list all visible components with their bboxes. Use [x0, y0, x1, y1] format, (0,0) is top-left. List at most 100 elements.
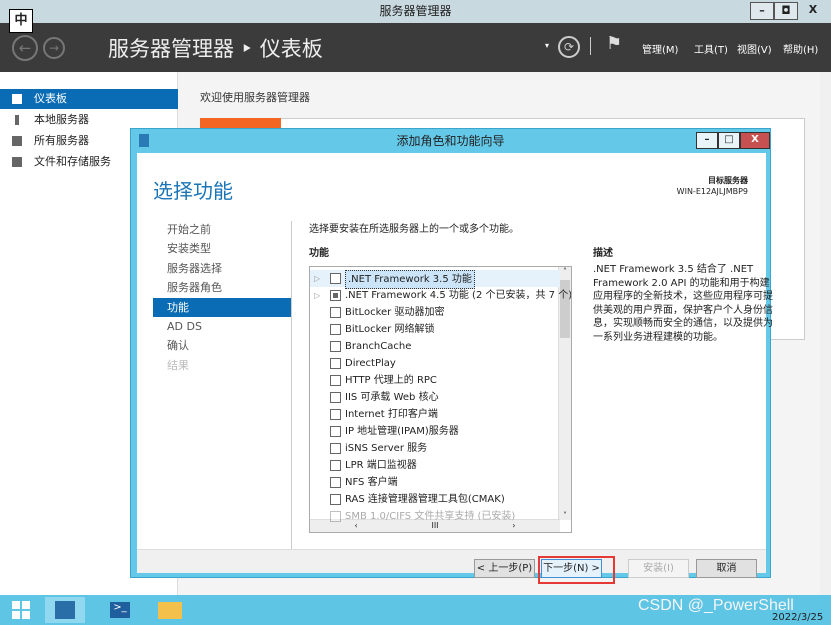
feature-item[interactable]: DirectPlay [310, 355, 560, 372]
feature-checkbox[interactable] [330, 511, 341, 522]
refresh-icon[interactable]: ⟳ [558, 36, 580, 58]
feature-item[interactable]: HTTP 代理上的 RPC [310, 372, 560, 389]
nav-installation-type[interactable]: 安装类型 [153, 239, 291, 258]
feature-checkbox[interactable] [330, 409, 341, 420]
feature-label: BranchCache [345, 341, 412, 352]
feature-checkbox[interactable] [330, 290, 341, 301]
target-server: 目标服务器 WIN-E12AJLJMBP9 [677, 175, 748, 197]
close-button[interactable]: X [798, 2, 828, 20]
storage-icon [12, 157, 22, 167]
target-server-name: WIN-E12AJLJMBP9 [676, 187, 748, 196]
feature-label: Internet 打印客户端 [345, 409, 438, 420]
feature-item[interactable]: NFS 客户端 [310, 474, 560, 491]
server-manager-taskbar-icon[interactable] [45, 597, 85, 623]
notifications-flag-icon[interactable]: ⚑ [606, 33, 622, 54]
sidebar-item-label: 文件和存储服务 [34, 155, 111, 168]
install-button: 安装(I) [628, 559, 689, 578]
dialog-minimize-button[interactable]: – [696, 132, 718, 149]
feature-description: .NET Framework 3.5 结合了 .NET Framework 2.… [593, 264, 773, 343]
maximize-button[interactable]: ◘ [774, 2, 798, 20]
expand-icon[interactable]: ▷ [314, 270, 320, 287]
sidebar-item-label: 所有服务器 [34, 134, 89, 147]
dialog-maximize-button[interactable]: □ [718, 132, 740, 149]
feature-item[interactable]: IP 地址管理(IPAM)服务器 [310, 423, 560, 440]
feature-label: BitLocker 网络解锁 [345, 324, 435, 335]
feature-checkbox[interactable] [330, 443, 341, 454]
feature-checkbox[interactable] [330, 494, 341, 505]
menu-tools[interactable]: 工具(T) [694, 41, 728, 56]
feature-label: BitLocker 驱动器加密 [345, 307, 445, 318]
dashboard-icon [12, 94, 22, 104]
file-explorer-taskbar-icon[interactable] [150, 597, 190, 623]
features-list[interactable]: ˄ ˅ ‹ III › ▷ .NET Framework 3.5 功能 ▷ .NET F… [309, 266, 572, 533]
feature-item[interactable]: ▷ .NET Framework 4.5 功能 (2 个已安装，共 7 个) [310, 287, 571, 304]
divider [590, 37, 591, 55]
menu-view[interactable]: 视图(V) [737, 41, 772, 56]
clock-date[interactable]: 2022/3/25 [772, 612, 823, 623]
title-bar: 服务器管理器 – ◘ X [0, 0, 831, 23]
minimize-button[interactable]: – [750, 2, 774, 20]
ime-indicator[interactable]: 中 [9, 9, 33, 33]
feature-item[interactable]: Internet 打印客户端 [310, 406, 560, 423]
expand-icon[interactable]: ▷ [314, 287, 320, 304]
powershell-taskbar-icon[interactable]: >_ [100, 597, 140, 623]
sidebar-item-local-server[interactable]: 本地服务器 [0, 110, 178, 130]
breadcrumb: 服务器管理器 ‣ 仪表板 [108, 37, 323, 61]
nav-features[interactable]: 功能 [153, 298, 291, 317]
feature-item[interactable]: BranchCache [310, 338, 560, 355]
cancel-button[interactable]: 取消 [696, 559, 757, 578]
feature-checkbox[interactable] [330, 307, 341, 318]
feature-item[interactable]: iSNS Server 服务 [310, 440, 560, 457]
menu-help[interactable]: 帮助(H) [783, 41, 818, 56]
sidebar-item-dashboard[interactable]: 仪表板 [0, 89, 178, 109]
feature-label: NFS 客户端 [345, 477, 398, 488]
nav-server-roles[interactable]: 服务器角色 [153, 278, 291, 297]
feature-checkbox[interactable] [330, 273, 341, 284]
page-title: 选择功能 [153, 179, 233, 203]
feature-item[interactable]: SMB 1.0/CIFS 文件共享支持 (已安装) [310, 508, 560, 525]
divider [291, 221, 292, 551]
feature-checkbox[interactable] [330, 477, 341, 488]
feature-item[interactable]: IIS 可承载 Web 核心 [310, 389, 560, 406]
menu-manage[interactable]: 管理(M) [642, 41, 678, 56]
dropdown-icon[interactable]: ▾ [545, 41, 549, 50]
highlight-box [538, 556, 615, 584]
dialog-close-button[interactable]: X [740, 132, 770, 149]
instruction-text: 选择要安装在所选服务器上的一个或多个功能。 [309, 224, 519, 235]
feature-item[interactable]: LPR 端口监视器 [310, 457, 560, 474]
feature-checkbox[interactable] [330, 375, 341, 386]
feature-checkbox[interactable] [330, 324, 341, 335]
feature-checkbox[interactable] [330, 426, 341, 437]
start-button[interactable] [0, 597, 40, 623]
main-scrollbar[interactable] [820, 72, 831, 595]
feature-label: RAS 连接管理器管理工具包(CMAK) [345, 494, 505, 505]
nav-results: 结果 [167, 359, 189, 372]
feature-checkbox[interactable] [330, 341, 341, 352]
nav-before-you-begin[interactable]: 开始之前 [153, 220, 291, 239]
feature-item[interactable]: ▷ .NET Framework 3.5 功能 [310, 270, 560, 289]
feature-label: SMB 1.0/CIFS 文件共享支持 (已安装) [345, 511, 516, 522]
previous-button[interactable]: < 上一步(P) [474, 559, 535, 578]
feature-label: HTTP 代理上的 RPC [345, 375, 437, 386]
feature-label: iSNS Server 服务 [345, 443, 428, 454]
dialog-title: 添加角色和功能向导 [396, 134, 505, 148]
back-icon[interactable]: ← [12, 35, 38, 61]
feature-item[interactable]: RAS 连接管理器管理工具包(CMAK) [310, 491, 560, 508]
servers-icon [12, 136, 22, 146]
feature-checkbox[interactable] [330, 358, 341, 369]
feature-checkbox[interactable] [330, 460, 341, 471]
server-icon [15, 115, 19, 125]
feature-checkbox[interactable] [330, 392, 341, 403]
forward-icon[interactable]: → [43, 37, 65, 59]
header: ← → 服务器管理器 ‣ 仪表板 ▾ ⟳ ⚑ 管理(M) 工具(T) 视图(V)… [0, 23, 831, 72]
nav-ad-ds[interactable]: AD DS [153, 317, 291, 336]
window-title: 服务器管理器 [379, 4, 452, 18]
feature-label: DirectPlay [345, 358, 396, 369]
feature-item[interactable]: BitLocker 驱动器加密 [310, 304, 560, 321]
nav-server-selection[interactable]: 服务器选择 [153, 259, 291, 278]
wizard-icon [139, 134, 149, 147]
feature-label: IP 地址管理(IPAM)服务器 [345, 426, 459, 437]
add-roles-wizard-dialog: 添加角色和功能向导 – □ X 选择功能 目标服务器 WIN-E12AJLJMBP… [130, 128, 773, 578]
nav-confirmation[interactable]: 确认 [153, 336, 291, 355]
feature-item[interactable]: BitLocker 网络解锁 [310, 321, 560, 338]
